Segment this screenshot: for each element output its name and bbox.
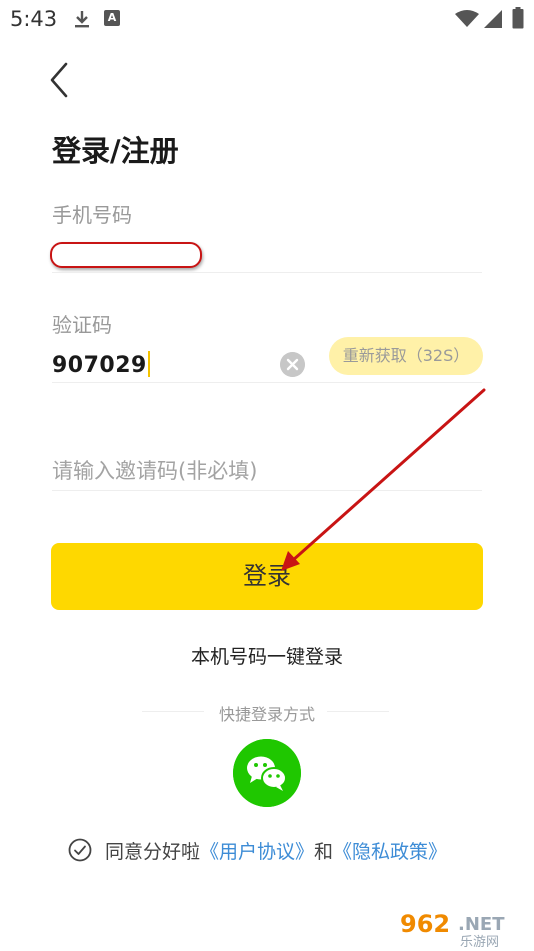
- status-time: 5:43: [10, 7, 58, 31]
- status-bar: 5:43 A: [0, 0, 534, 38]
- agreement-prefix: 同意分好啦: [105, 841, 201, 863]
- svg-text:乐游网: 乐游网: [460, 935, 499, 948]
- invite-code-input[interactable]: 请输入邀请码(非必填): [52, 455, 482, 485]
- divider: [327, 711, 389, 712]
- onekey-login-link[interactable]: 本机号码一键登录: [0, 642, 534, 669]
- divider: [52, 272, 482, 273]
- text-caret: [147, 351, 150, 377]
- code-value: 907029: [52, 353, 147, 378]
- download-icon: [75, 11, 89, 28]
- wifi-icon: [455, 10, 479, 27]
- privacy-policy-link[interactable]: 《隐私政策》: [333, 841, 447, 863]
- wechat-login-button[interactable]: [233, 739, 301, 807]
- user-agreement-link[interactable]: 《用户协议》: [200, 841, 314, 863]
- site-watermark-logo: 962 .NET 乐游网: [396, 906, 532, 948]
- login-button[interactable]: 登录: [51, 543, 483, 610]
- battery-icon: [512, 7, 524, 29]
- signal-icon: [484, 10, 502, 28]
- svg-text:962: 962: [400, 910, 450, 938]
- a-icon: A: [104, 10, 120, 26]
- quick-login-title: 快捷登录方式: [218, 705, 315, 724]
- agreement-text: 同意分好啦《用户协议》和《隐私政策》: [105, 837, 447, 864]
- code-input[interactable]: 907029: [52, 351, 150, 378]
- divider: [52, 382, 482, 383]
- back-button[interactable]: [44, 60, 80, 100]
- redaction-mark: [50, 242, 202, 268]
- agree-checkbox[interactable]: [68, 838, 92, 862]
- svg-text:.NET: .NET: [458, 914, 505, 935]
- clear-icon[interactable]: [280, 352, 305, 377]
- divider: [52, 490, 482, 491]
- resend-code-button[interactable]: 重新获取（32S）: [329, 337, 483, 375]
- phone-label: 手机号码: [52, 203, 132, 227]
- code-label: 验证码: [52, 313, 112, 337]
- agreement-and: 和: [314, 841, 334, 863]
- page-title: 登录/注册: [52, 134, 179, 168]
